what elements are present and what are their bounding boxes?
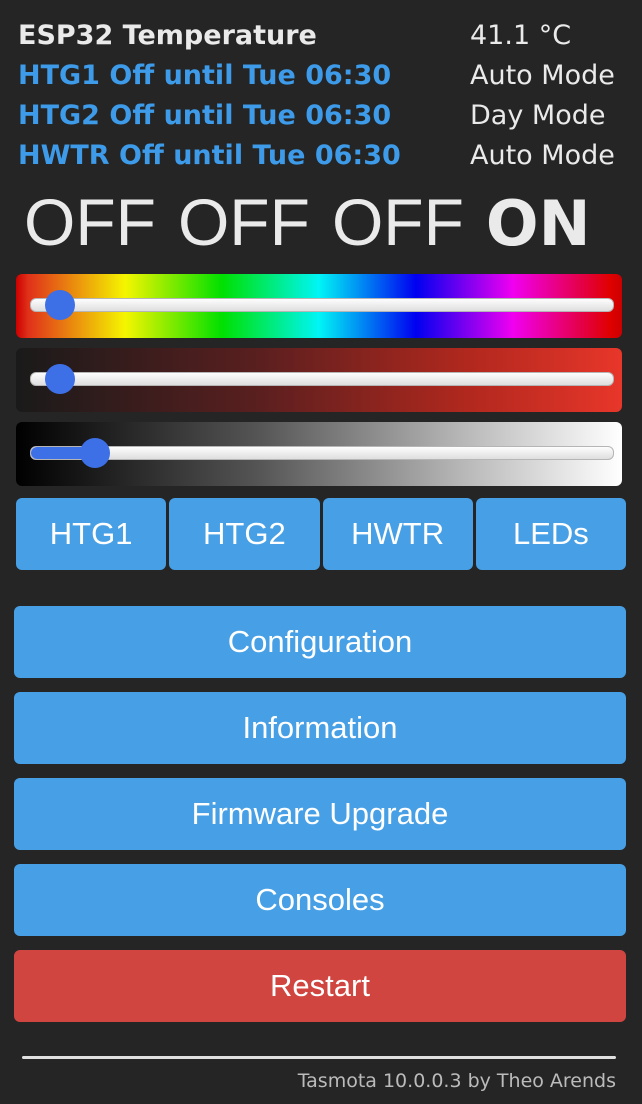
sensor-row-htg2: HTG2 Off until Tue 06:30 Day Mode xyxy=(18,98,626,138)
brightness-slider-thumb[interactable] xyxy=(80,438,111,468)
toggle-htg1-button[interactable]: HTG1 xyxy=(16,498,167,570)
sensor-table: ESP32 Temperature 41.1 °C HTG1 Off until… xyxy=(18,18,626,178)
brightness-slider-track[interactable] xyxy=(30,438,614,468)
saturation-slider xyxy=(16,348,622,412)
power-state-3: OFF xyxy=(331,185,464,259)
sensor-label: HTG2 Off until Tue 06:30 xyxy=(18,100,392,131)
sensor-value: Auto Mode xyxy=(470,140,615,171)
sensor-label: ESP32 Temperature xyxy=(18,20,317,51)
brightness-slider xyxy=(16,422,622,486)
power-state-2: OFF xyxy=(177,185,310,259)
tasmota-main-page: ESP32 Temperature 41.1 °C HTG1 Off until… xyxy=(0,0,642,1104)
sensor-label: HTG1 Off until Tue 06:30 xyxy=(18,60,392,91)
sensor-value: Day Mode xyxy=(470,100,606,131)
hue-slider-thumb[interactable] xyxy=(45,290,76,320)
power-states: OFF OFF OFF ON xyxy=(24,182,624,262)
hue-slider-track[interactable] xyxy=(30,290,614,320)
toggle-buttons: HTG1 HTG2 HWTR LEDs xyxy=(16,498,626,570)
information-button[interactable]: Information xyxy=(14,692,626,764)
power-state-1: OFF xyxy=(24,185,156,259)
consoles-button[interactable]: Consoles xyxy=(14,864,626,936)
restart-button[interactable]: Restart xyxy=(14,950,626,1022)
hue-slider xyxy=(16,274,622,338)
sensor-label: HWTR Off until Tue 06:30 xyxy=(18,140,401,171)
sensor-value: 41.1 °C xyxy=(470,20,572,51)
sensor-row-temperature: ESP32 Temperature 41.1 °C xyxy=(18,18,626,58)
configuration-button[interactable]: Configuration xyxy=(14,606,626,678)
sensor-row-hwtr: HWTR Off until Tue 06:30 Auto Mode xyxy=(18,138,626,178)
toggle-htg2-button[interactable]: HTG2 xyxy=(169,498,320,570)
sensor-row-htg1: HTG1 Off until Tue 06:30 Auto Mode xyxy=(18,58,626,98)
footer-credit: Tasmota 10.0.0.3 by Theo Arends xyxy=(297,1070,616,1092)
saturation-slider-track[interactable] xyxy=(30,364,614,394)
sensor-value: Auto Mode xyxy=(470,60,615,91)
toggle-hwtr-button[interactable]: HWTR xyxy=(322,498,473,570)
footer-divider xyxy=(22,1056,616,1059)
firmware-upgrade-button[interactable]: Firmware Upgrade xyxy=(14,778,626,850)
power-state-4: ON xyxy=(485,187,591,260)
saturation-slider-thumb[interactable] xyxy=(45,364,76,394)
toggle-leds-button[interactable]: LEDs xyxy=(475,498,626,570)
